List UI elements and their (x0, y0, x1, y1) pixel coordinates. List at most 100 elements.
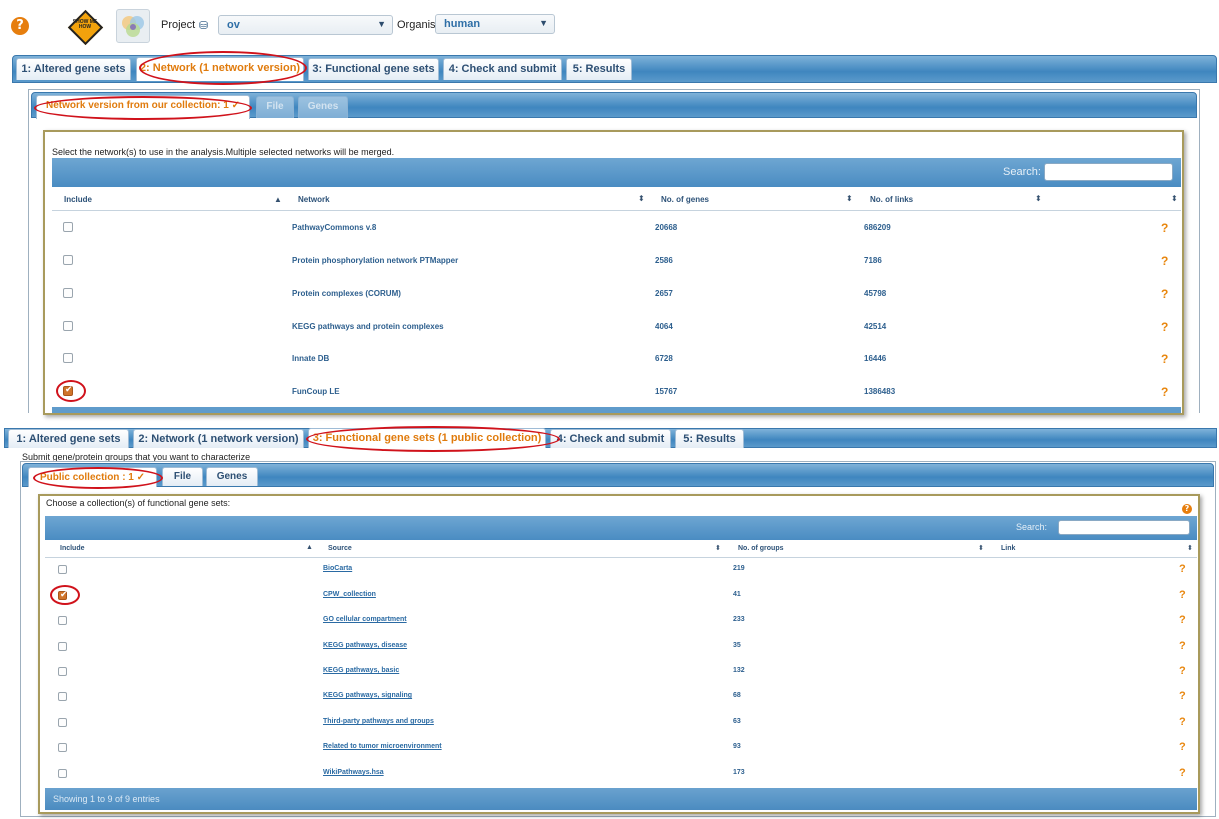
network-name: FunCoup LE (292, 387, 340, 396)
tab-results[interactable]: 5: Results (566, 58, 632, 80)
tab-network-file[interactable]: File (256, 96, 294, 118)
network-links: 45798 (864, 289, 887, 298)
help-icon[interactable]: ? (1179, 741, 1186, 753)
help-icon[interactable]: ? (1179, 690, 1186, 702)
col-include[interactable]: Include (60, 545, 85, 552)
help-icon[interactable]: ? (1161, 221, 1168, 235)
sort-icon[interactable]: ⬍ (846, 194, 853, 203)
include-checkbox[interactable] (58, 769, 67, 778)
include-checkbox[interactable] (63, 222, 73, 232)
help-icon[interactable]: ? (1179, 640, 1186, 652)
network-genes: 20668 (655, 223, 678, 232)
source-groups: 93 (733, 743, 741, 750)
tab-functional-gene-sets[interactable]: 3: Functional gene sets (308, 58, 439, 80)
source-link[interactable]: WikiPathways.hsa (323, 769, 384, 776)
fgs-search-label: Search: (1016, 522, 1048, 532)
source-link[interactable]: KEGG pathways, basic (323, 667, 399, 674)
tab-results[interactable]: 5: Results (675, 429, 744, 448)
help-icon[interactable]: ? (1161, 320, 1168, 334)
chevron-down-icon: ▼ (377, 19, 386, 29)
sort-asc-icon[interactable]: ▲ (274, 195, 282, 204)
help-icon[interactable]: ? (1179, 589, 1186, 601)
help-icon[interactable]: ? (1179, 563, 1186, 575)
tab-fgs-file[interactable]: File (162, 467, 203, 486)
sort-asc-icon[interactable]: ▲ (306, 544, 313, 551)
entries-info: Showing 1 to 9 of 9 entries (53, 794, 160, 804)
include-checkbox[interactable] (58, 692, 67, 701)
network-name: KEGG pathways and protein complexes (292, 322, 444, 331)
col-genes[interactable]: No. of genes (661, 195, 709, 204)
tab-network-version[interactable]: Network version from our collection: 1 ✓ (36, 95, 250, 119)
include-checkbox[interactable] (58, 642, 67, 651)
network-search-input[interactable] (1044, 163, 1173, 181)
project-select[interactable]: ov ▼ (218, 15, 393, 35)
show-me-how-icon[interactable]: SHOW ME HOW (67, 9, 103, 45)
col-network[interactable]: Network (298, 195, 330, 204)
include-checkbox[interactable] (58, 616, 67, 625)
network-name: Protein phosphorylation network PTMapper (292, 256, 459, 265)
tab-public-collection[interactable]: Public collection : 1 ✓ (28, 467, 157, 487)
network-name: Protein complexes (CORUM) (292, 289, 401, 298)
help-icon[interactable]: ? (1161, 352, 1168, 366)
tab-functional-gene-sets[interactable]: 3: Functional gene sets (1 public collec… (308, 428, 546, 448)
source-link[interactable]: Related to tumor microenvironment (323, 743, 442, 750)
help-icon[interactable]: ? (1179, 665, 1186, 677)
tab-network[interactable]: 2: Network (1 network version) (133, 429, 304, 448)
help-icon[interactable]: ? (1161, 287, 1168, 301)
network-genes: 2586 (655, 256, 673, 265)
network-search-label: Search: (1003, 166, 1041, 178)
source-link[interactable]: BioCarta (323, 565, 352, 572)
col-link[interactable]: Link (1001, 545, 1015, 552)
include-checkbox[interactable] (63, 353, 73, 363)
tab-fgs-genes[interactable]: Genes (206, 467, 258, 486)
tab-network-genes[interactable]: Genes (298, 96, 348, 118)
network-genes: 2657 (655, 289, 673, 298)
fgs-search-input[interactable] (1058, 520, 1190, 535)
sort-icon[interactable]: ⬍ (715, 544, 721, 552)
help-icon[interactable]: ? (1161, 385, 1168, 399)
network-genes: 4064 (655, 322, 673, 331)
network-genes: 6728 (655, 354, 673, 363)
col-include[interactable]: Include (64, 195, 92, 204)
include-checkbox[interactable] (58, 718, 67, 727)
tab-network[interactable]: 2: Network (1 network version) (136, 57, 304, 81)
include-checkbox[interactable] (58, 565, 67, 574)
network-links: 42514 (864, 322, 887, 331)
source-link[interactable]: Third-party pathways and groups (323, 718, 434, 725)
col-groups[interactable]: No. of groups (738, 545, 784, 552)
tab-check-and-submit[interactable]: 4: Check and submit (550, 429, 671, 448)
col-links[interactable]: No. of links (870, 195, 913, 204)
sort-icon[interactable]: ⬍ (1035, 194, 1042, 203)
organism-select[interactable]: human ▼ (435, 14, 555, 34)
help-icon[interactable]: ? (11, 17, 29, 35)
network-links: 7186 (864, 256, 882, 265)
help-icon[interactable]: ? (1179, 716, 1186, 728)
source-groups: 219 (733, 565, 745, 572)
network-links: 1386483 (864, 387, 896, 396)
help-icon[interactable]: ? (1179, 767, 1186, 779)
help-icon[interactable]: ? (1161, 254, 1168, 268)
sort-icon[interactable]: ⬍ (978, 544, 984, 552)
tab-check-and-submit[interactable]: 4: Check and submit (443, 58, 562, 80)
sort-icon[interactable]: ⬍ (638, 194, 645, 203)
include-checkbox[interactable] (58, 667, 67, 676)
source-link[interactable]: KEGG pathways, signaling (323, 692, 412, 699)
sort-icon[interactable]: ⬍ (1171, 194, 1178, 203)
include-checkbox[interactable] (63, 288, 73, 298)
project-label: Project (161, 19, 196, 31)
tab-altered-gene-sets[interactable]: 1: Altered gene sets (8, 429, 129, 448)
include-checkbox-checked[interactable] (63, 385, 73, 396)
organism-select-value: human (444, 18, 481, 30)
source-link[interactable]: GO cellular compartment (323, 616, 407, 623)
include-checkbox[interactable] (58, 743, 67, 752)
help-icon[interactable]: ? (1179, 614, 1186, 626)
help-icon[interactable]: ? (1182, 504, 1192, 514)
include-checkbox[interactable] (63, 255, 73, 265)
source-link[interactable]: KEGG pathways, disease (323, 642, 407, 649)
source-link[interactable]: CPW_collection (323, 591, 376, 598)
include-checkbox[interactable] (63, 321, 73, 331)
tab-altered-gene-sets[interactable]: 1: Altered gene sets (16, 58, 131, 80)
sort-icon[interactable]: ⬍ (1187, 544, 1193, 552)
col-source[interactable]: Source (328, 545, 352, 552)
include-checkbox-checked[interactable] (58, 590, 68, 600)
